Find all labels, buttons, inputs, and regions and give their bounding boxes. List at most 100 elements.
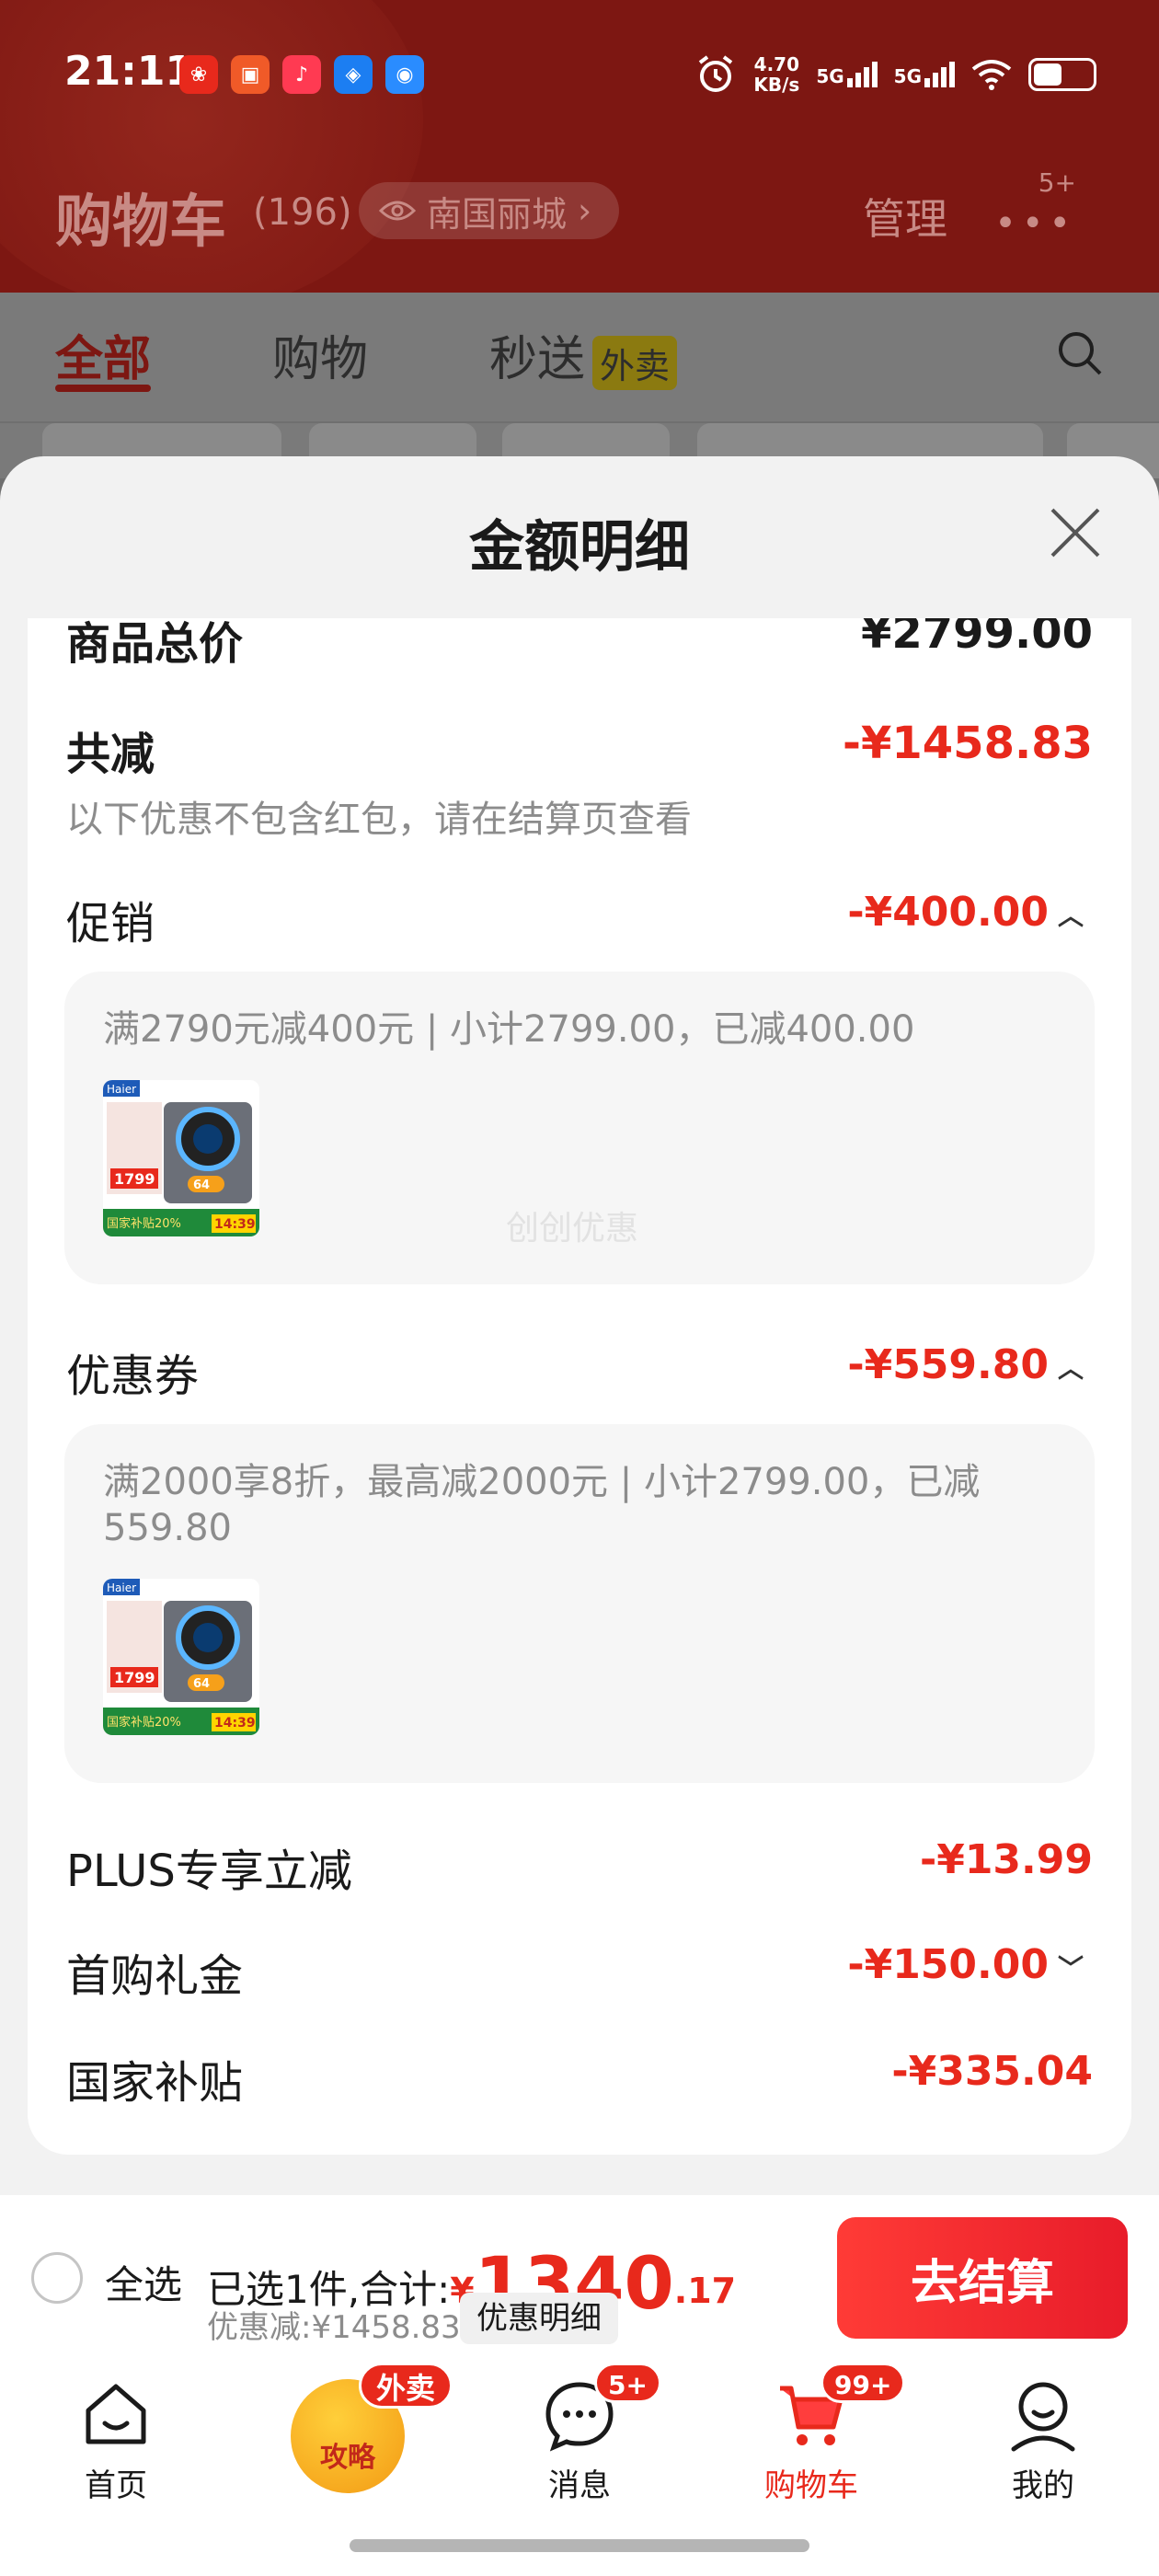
search-icon[interactable] [1056, 329, 1104, 377]
page-title: 购物车 [55, 188, 227, 255]
strategy-label: 攻略 [320, 2442, 375, 2474]
tab-underline [55, 385, 151, 392]
coupon-toggle[interactable]: -¥559.80 ︿ [847, 1341, 1084, 1388]
tab-shopping[interactable]: 购物 [272, 320, 368, 389]
nav-profile-label: 我的 [1012, 2467, 1074, 2504]
nav-home[interactable]: 首页 [42, 2375, 189, 2505]
app-notification-icon: ▣ [231, 55, 270, 94]
close-icon[interactable] [1049, 506, 1102, 559]
watermark: 创创优惠 [506, 1210, 639, 1248]
amount-detail-sheet: 金额明细 商品总价 ¥2799.00 共减 -¥1458.83 以下优惠不包含红… [0, 456, 1159, 2195]
nav-cart-label: 购物车 [764, 2467, 858, 2504]
status-bar: 21:11 ❀ ▣ ♪ ◈ ◉ 4.70 KB/s 5G 5G [0, 0, 1159, 147]
nav-messages[interactable]: 5+ 消息 [506, 2363, 661, 2505]
total-amount-decimal: .17 [673, 2271, 737, 2311]
svg-text:1799: 1799 [114, 1170, 155, 1188]
cart-count: (196) [253, 191, 352, 234]
discount-summary: 优惠减:¥1458.83 [207, 2309, 461, 2346]
coupon-detail-box: 满2000享8折，最高减2000元 | 小计2799.00，已减559.80 H… [64, 1424, 1095, 1783]
location-label: 南国丽城 [427, 193, 568, 235]
washing-machine-image: Haier 1799 64 国家补贴20% 14:39 [103, 1080, 259, 1236]
cart-tabs: 全部 购物 秒送 外卖 [0, 293, 1159, 421]
svg-text:Haier: Haier [107, 1083, 136, 1096]
tab-instant-delivery[interactable]: 秒送 外卖 [489, 320, 678, 390]
alarm-icon [699, 55, 733, 92]
signal-strength-icon: 5G [894, 62, 955, 87]
svg-text:64: 64 [193, 1179, 210, 1192]
goods-total-value: ¥2799.00 [860, 618, 1093, 659]
checkout-bar: 全选 已选1件,合计:¥1340.17 优惠减:¥1458.83 优惠明细 去结… [0, 2195, 1159, 2357]
coupon-detail-text: 满2000享8折，最高减2000元 | 小计2799.00，已减559.80 [103, 1461, 981, 1549]
signal-strength-icon: 5G [816, 62, 878, 87]
goods-total-label: 商品总价 [66, 618, 244, 670]
select-all-label[interactable]: 全选 [105, 2254, 182, 2310]
status-time: 21:11 [64, 48, 194, 95]
product-thumbnail[interactable]: Haier 1799 64 国家补贴20% 14:39 [103, 1579, 259, 1735]
coupon-value: -¥559.80 [847, 1341, 1049, 1388]
checkout-button[interactable]: 去结算 [837, 2217, 1128, 2339]
wifi-icon [971, 60, 1012, 90]
tab-instant-delivery-label: 秒送 [489, 332, 586, 387]
promotion-value: -¥400.00 [847, 889, 1049, 936]
cart-header-background: 21:11 ❀ ▣ ♪ ◈ ◉ 4.70 KB/s 5G 5G 购物车 (196… [0, 0, 1159, 293]
total-reduction-label: 共减 [66, 729, 155, 780]
svg-text:64: 64 [193, 1677, 210, 1691]
promotion-label: 促销 [66, 898, 155, 949]
national-subsidy-value: -¥335.04 [891, 2048, 1093, 2095]
profile-icon [1011, 2382, 1075, 2452]
coupon-label: 优惠券 [66, 1351, 200, 1402]
location-selector[interactable]: 南国丽城 › [359, 182, 620, 239]
takeout-tag: 外卖 [592, 335, 678, 390]
music-app-icon: ♪ [282, 55, 321, 94]
nav-profile[interactable]: 我的 [970, 2375, 1117, 2505]
notification-icons: ❀ ▣ ♪ ◈ ◉ [179, 55, 424, 94]
first-purchase-value: -¥150.00 [847, 1941, 1049, 1988]
system-icons: 4.70 KB/s 5G 5G [694, 53, 1096, 96]
discount-detail-button[interactable]: 优惠明细 [460, 2293, 618, 2344]
home-icon [86, 2384, 146, 2444]
national-subsidy-label: 国家补贴 [66, 2057, 244, 2109]
select-all-checkbox[interactable] [31, 2252, 83, 2304]
nav-home-label: 首页 [85, 2467, 147, 2504]
eye-icon [379, 201, 416, 221]
svg-text:国家补贴20%: 国家补贴20% [107, 1715, 181, 1730]
reduction-note: 以下优惠不包含红包，请在结算页查看 [66, 799, 692, 841]
promotion-toggle[interactable]: -¥400.00 ︿ [847, 889, 1084, 936]
sheet-title: 金额明细 [469, 515, 690, 580]
takeout-badge: 外卖 [359, 2363, 453, 2409]
nav-messages-label: 消息 [548, 2467, 611, 2504]
chevron-up-icon: ︿ [1057, 1353, 1084, 1384]
more-dots-icon[interactable]: ••• [994, 202, 1076, 245]
washing-machine-image: Haier 1799 64 国家补贴20% 14:39 [103, 1579, 259, 1735]
network-speed: 4.70 KB/s [753, 53, 800, 96]
plus-discount-value: -¥13.99 [919, 1836, 1093, 1883]
plus-discount-label: PLUS专享立减 [66, 1846, 352, 1897]
home-indicator[interactable] [350, 2539, 809, 2552]
svg-text:14:39: 14:39 [214, 1217, 256, 1232]
promotion-detail-text: 满2790元减400元 | 小计2799.00，已减400.00 [103, 1008, 915, 1051]
promotion-detail-box: 满2790元减400元 | 小计2799.00，已减400.00 Haier 1… [64, 972, 1095, 1284]
cart-header: 购物车 (196) 南国丽城 › 管理 5+ ••• [55, 167, 1104, 255]
cart-badge: 99+ [820, 2363, 906, 2403]
chevron-down-icon: ﹀ [1057, 1953, 1084, 1984]
product-thumbnail[interactable]: Haier 1799 64 国家补贴20% 14:39 [103, 1080, 259, 1236]
battery-icon [1028, 58, 1096, 91]
svg-text:Haier: Haier [107, 1581, 136, 1594]
chevron-up-icon: ︿ [1057, 901, 1084, 931]
nav-cart[interactable]: 99+ 购物车 [738, 2363, 906, 2505]
chevron-right-icon: › [578, 190, 592, 231]
manage-button[interactable]: 管理 [863, 186, 947, 247]
svg-text:国家补贴20%: 国家补贴20% [107, 1216, 181, 1231]
first-purchase-label: 首购礼金 [66, 1950, 244, 2002]
svg-text:14:39: 14:39 [214, 1716, 256, 1731]
chat-app-icon: ◈ [334, 55, 373, 94]
messages-badge: 5+ [594, 2363, 661, 2403]
tab-all[interactable]: 全部 [55, 320, 151, 389]
first-purchase-toggle[interactable]: -¥150.00 ﹀ [847, 1941, 1084, 1988]
app-notification-icon: ❀ [179, 55, 218, 94]
svg-text:1799: 1799 [114, 1669, 155, 1686]
browser-app-icon: ◉ [385, 55, 424, 94]
total-reduction-value: -¥1458.83 [843, 718, 1093, 769]
amount-detail-card: 商品总价 ¥2799.00 共减 -¥1458.83 以下优惠不包含红包，请在结… [28, 618, 1131, 2155]
more-badge: 5+ [1038, 167, 1076, 198]
